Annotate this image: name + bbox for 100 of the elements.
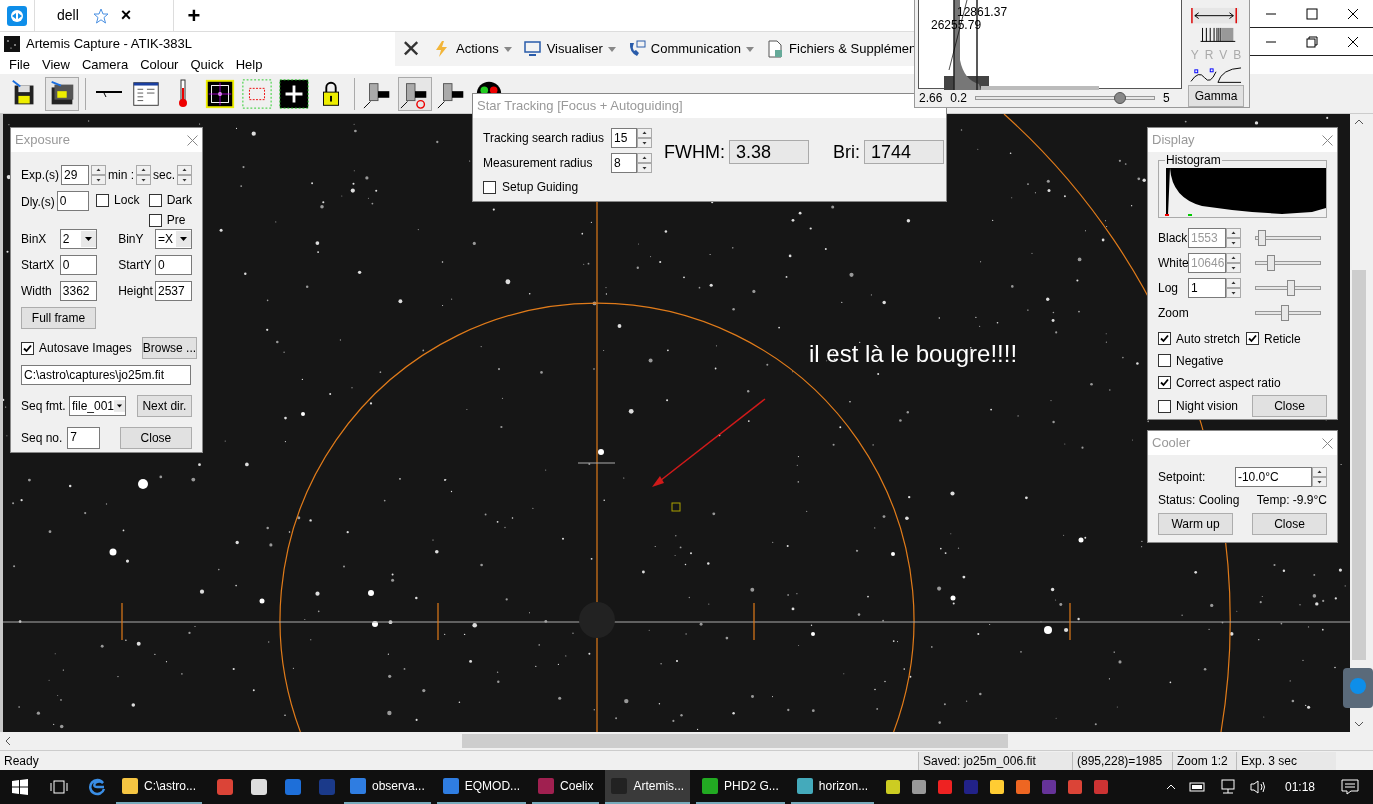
menu-item[interactable]: Camera — [75, 55, 135, 75]
button[interactable]: Next dir. — [136, 395, 192, 417]
spin-buttons[interactable] — [1226, 253, 1241, 273]
text-field[interactable]: 0 — [56, 191, 89, 211]
toolbar-menu-button[interactable]: Visualiser — [523, 39, 616, 59]
app-icon — [796, 778, 813, 794]
menu-item[interactable]: Help — [229, 55, 269, 75]
network-icon[interactable] — [1218, 779, 1237, 795]
close-icon[interactable] — [1346, 35, 1359, 48]
slider-thumb[interactable] — [1281, 305, 1290, 321]
taskbar-app[interactable]: PHD2 G... — [696, 770, 785, 804]
spin-buttons[interactable] — [637, 153, 652, 173]
restore-icon[interactable] — [1305, 35, 1318, 48]
checkbox[interactable] — [483, 180, 496, 194]
close-icon[interactable] — [1346, 7, 1359, 20]
browser-icon[interactable] — [88, 778, 106, 796]
checkbox[interactable] — [1158, 332, 1171, 345]
spin-buttons[interactable] — [1312, 467, 1327, 487]
slider[interactable] — [1255, 280, 1321, 296]
text-field[interactable]: 0 — [59, 255, 97, 275]
toolbar-menu-button[interactable]: Actions — [433, 39, 512, 59]
close-button[interactable]: ✕ — [401, 37, 421, 61]
low-limit-marker — [1164, 214, 1170, 216]
toolbar-menu-button[interactable]: Communication — [627, 39, 755, 59]
scrollbar-thumb[interactable] — [1352, 270, 1366, 660]
checkbox[interactable] — [96, 193, 110, 207]
checkbox[interactable] — [148, 213, 162, 227]
spin-buttons[interactable] — [1226, 278, 1241, 298]
maximize-icon[interactable] — [1305, 7, 1318, 20]
status-text: Zoom 1:2 — [1172, 751, 1236, 770]
text-field[interactable]: 0 — [155, 255, 192, 275]
spin-buttons[interactable] — [177, 165, 192, 185]
tray-app-icon[interactable] — [1015, 779, 1032, 795]
checkbox[interactable] — [21, 341, 34, 355]
toolbar-button[interactable] — [45, 76, 79, 111]
slider[interactable] — [1255, 305, 1321, 321]
button[interactable]: Close — [119, 427, 192, 449]
taskbar-app[interactable]: Coelix — [532, 770, 600, 804]
menu-item[interactable]: View — [35, 55, 76, 75]
tab-close[interactable]: × — [120, 2, 132, 29]
button[interactable]: Close — [1252, 513, 1327, 535]
taskbar-app[interactable]: observa... — [344, 770, 431, 804]
battery-icon[interactable] — [1188, 781, 1207, 793]
dropdown[interactable]: 2 — [59, 229, 97, 249]
text-field[interactable]: 15 — [611, 128, 637, 148]
tray-app-icon[interactable] — [989, 779, 1006, 795]
button[interactable]: Warm up — [1158, 513, 1233, 535]
task-view-icon[interactable] — [50, 780, 68, 794]
taskbar-app[interactable]: EQMOD... — [436, 770, 527, 804]
text-field[interactable]: -10.0°C — [1234, 467, 1312, 487]
text-field[interactable]: 3362 — [59, 281, 97, 301]
star-icon[interactable] — [92, 7, 109, 24]
taskbar-app[interactable]: C:\astro... — [116, 770, 202, 804]
text-field[interactable]: 8 — [611, 153, 637, 173]
dropdown[interactable]: file_001 — [69, 396, 126, 416]
text-field[interactable]: 1 — [1188, 278, 1226, 298]
toolbar-button[interactable] — [398, 76, 432, 111]
curve-icons[interactable] — [1188, 65, 1244, 83]
browser-tab[interactable]: dell × — [34, 0, 174, 31]
label: StartX — [21, 257, 56, 274]
slider[interactable] — [1255, 230, 1321, 246]
menu-item[interactable]: File — [3, 55, 36, 75]
windows-start-icon[interactable] — [12, 779, 28, 795]
slider[interactable] — [1255, 255, 1321, 271]
text-field[interactable]: 29 — [61, 165, 89, 185]
status-text: Ready — [3, 752, 40, 770]
menu-item[interactable]: Quick — [184, 55, 230, 75]
checkbox[interactable] — [1246, 332, 1260, 345]
toolbar-button[interactable] — [277, 76, 311, 111]
button[interactable]: Browse ... — [141, 337, 198, 359]
notification-icon[interactable] — [1341, 779, 1359, 795]
spin-buttons[interactable] — [136, 165, 151, 185]
taskbar-app[interactable]: Artemis... — [605, 770, 691, 804]
spin-buttons[interactable] — [637, 128, 652, 148]
button[interactable]: Gamma — [1188, 85, 1244, 107]
checkbox[interactable] — [1158, 354, 1171, 367]
taskbar-app[interactable]: horizon... — [790, 770, 875, 804]
text-field[interactable]: 7 — [67, 427, 101, 449]
slider-thumb[interactable] — [1286, 280, 1295, 296]
tray-app-icon[interactable] — [911, 779, 928, 795]
checkbox[interactable] — [1158, 399, 1171, 413]
tray-app-icon[interactable] — [885, 779, 902, 795]
checkbox[interactable] — [1158, 376, 1171, 389]
button[interactable]: Close — [1252, 395, 1327, 417]
target-icon — [204, 77, 236, 110]
new-tab-button[interactable]: + — [174, 0, 214, 31]
slider[interactable] — [975, 90, 1156, 106]
dropdown[interactable]: =X — [155, 229, 192, 249]
spin-buttons[interactable] — [1226, 228, 1241, 248]
menu-item[interactable]: Colour — [134, 55, 185, 75]
text-field[interactable]: 2537 — [155, 281, 192, 301]
toolbar-menu-button[interactable]: Fichiers & Supplémen — [766, 39, 917, 59]
label: 2.66 — [919, 90, 943, 107]
text-field[interactable]: C:\astro\captures\jo25m.fit — [21, 365, 191, 385]
checkbox[interactable] — [148, 193, 162, 207]
slider-thumb[interactable] — [1114, 92, 1127, 104]
spin-buttons[interactable] — [90, 165, 106, 185]
volume-icon[interactable] — [1248, 779, 1267, 795]
scrollbar-thumb[interactable] — [462, 734, 1008, 748]
button[interactable]: Full frame — [21, 307, 96, 329]
